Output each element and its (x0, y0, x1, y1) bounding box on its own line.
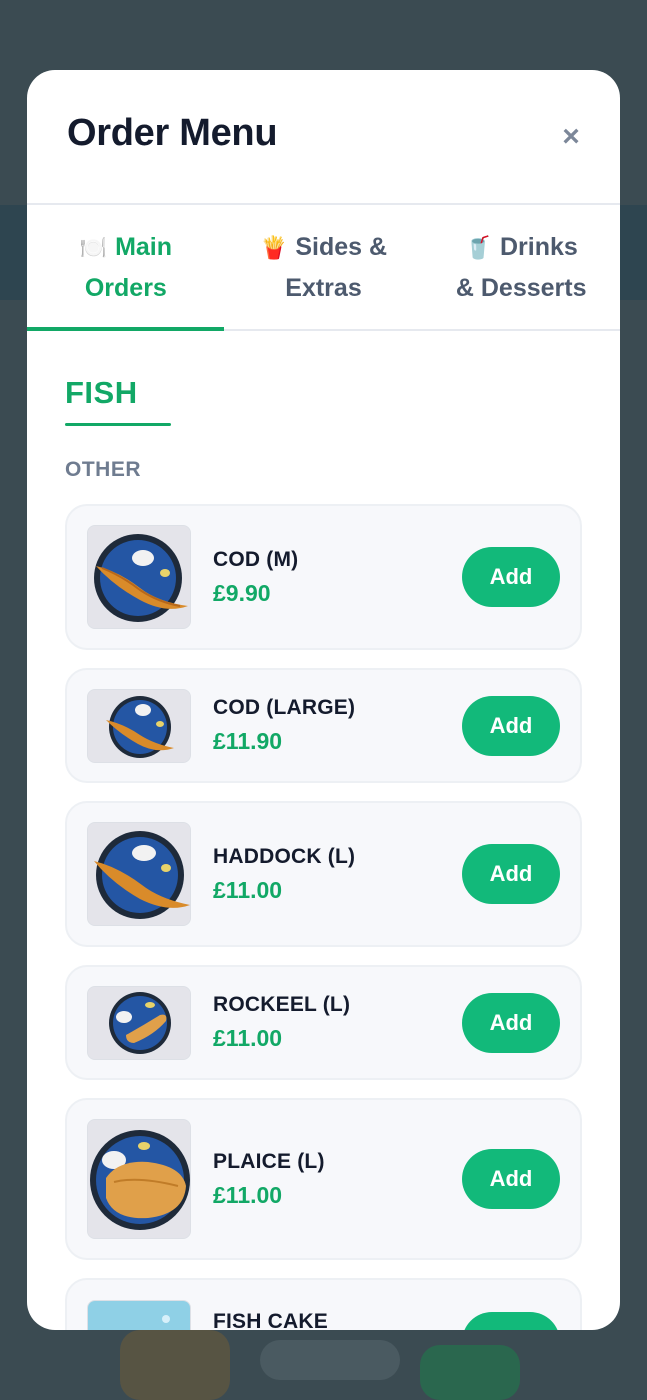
category-tabs: 🍽️ Main Orders 🍟 Sides & Extras 🥤 Drinks & … (27, 205, 620, 331)
menu-item-fish-cake: FISH CAKE Add (65, 1278, 582, 1330)
subsection-title: OTHER (65, 458, 141, 481)
background-blob (420, 1345, 520, 1400)
fish-plate-image (88, 689, 190, 762)
modal-title: Order Menu (67, 112, 278, 154)
tab-main-orders[interactable]: 🍽️ Main Orders (27, 205, 225, 329)
menu-item-plaice-l: PLAICE (L) £11.00 Add (65, 1098, 582, 1260)
section-title: FISH (65, 375, 138, 410)
item-image (87, 822, 191, 926)
tab-drinks-desserts[interactable]: 🥤 Drinks & Desserts (422, 205, 620, 329)
tab-label-line2: & Desserts (455, 273, 587, 302)
fish-plate-image (88, 986, 190, 1059)
menu-item-cod-m: COD (M) £9.90 Add (65, 504, 582, 650)
item-price: £11.00 (213, 1025, 283, 1051)
tab-label-line2: Extras (285, 273, 362, 302)
item-name: HADDOCK (L) (213, 844, 356, 868)
plate-icon: 🍽️ (79, 234, 108, 260)
fish-plate-image (88, 1120, 190, 1238)
add-button[interactable]: Add (462, 1312, 560, 1330)
item-image (87, 1119, 191, 1239)
item-price: £9.90 (213, 579, 271, 606)
menu-item-haddock-l: HADDOCK (L) £11.00 Add (65, 801, 582, 947)
add-button[interactable]: Add (462, 1149, 560, 1209)
tab-label-line2: Orders (84, 273, 167, 302)
item-name: FISH CAKE (213, 1310, 328, 1330)
item-image (87, 1300, 191, 1330)
modal-header: Order Menu × (27, 70, 620, 205)
tab-label-line1: Sides & (295, 232, 388, 261)
tab-label-line1: Main (115, 232, 173, 261)
order-menu-modal: Order Menu × 🍽️ Main Orders 🍟 Sides & Extr… (27, 70, 620, 1330)
item-image (87, 688, 191, 763)
item-name: COD (LARGE) (213, 696, 356, 719)
fish-cake-image (88, 1301, 190, 1330)
item-price: £11.90 (213, 728, 283, 754)
background-blob (120, 1330, 230, 1400)
drink-cup-icon: 🥤 (464, 234, 492, 260)
item-name: PLAICE (L) (213, 1149, 325, 1173)
section-underline (65, 423, 171, 426)
fish-plate-image (88, 823, 190, 925)
item-price: £11.00 (213, 1181, 283, 1208)
background-blob (260, 1340, 400, 1380)
close-icon[interactable]: × (552, 118, 590, 156)
tab-sides-extras[interactable]: 🍟 Sides & Extras (225, 205, 423, 329)
item-name: ROCKEEL (L) (213, 993, 351, 1016)
item-image (87, 985, 191, 1060)
menu-content: FISH OTHER COD (M) £9.90 Add COD (LARGE)… (27, 331, 620, 1330)
add-button[interactable]: Add (462, 695, 560, 756)
add-button[interactable]: Add (462, 992, 560, 1053)
fish-plate-image (88, 526, 190, 628)
item-price: £11.00 (213, 876, 283, 903)
tab-label-line1: Drinks (499, 232, 578, 261)
menu-item-rockeel-l: ROCKEEL (L) £11.00 Add (65, 965, 582, 1080)
add-button[interactable]: Add (462, 844, 560, 904)
item-image (87, 525, 191, 629)
menu-item-cod-large: COD (LARGE) £11.90 Add (65, 668, 582, 783)
fries-icon: 🍟 (259, 234, 288, 260)
item-name: COD (M) (213, 547, 299, 571)
add-button[interactable]: Add (462, 547, 560, 607)
